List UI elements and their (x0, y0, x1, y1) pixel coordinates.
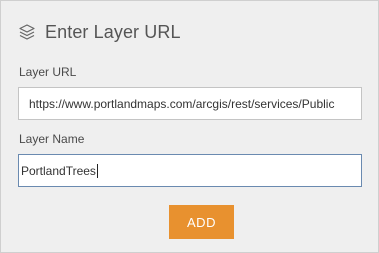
layer-name-label: Layer Name (19, 132, 85, 146)
layer-name-input[interactable]: PortlandTrees (18, 154, 362, 187)
layers-icon (18, 23, 36, 41)
panel-header: Enter Layer URL (18, 19, 181, 45)
text-caret (96, 163, 98, 178)
layer-name-value: PortlandTrees (21, 163, 96, 178)
enter-layer-url-panel: Enter Layer URL Layer URL https://www.po… (0, 0, 379, 253)
layer-url-value: https://www.portlandmaps.com/arcgis/rest… (29, 96, 335, 111)
layer-url-label: Layer URL (19, 65, 77, 79)
page-title: Enter Layer URL (45, 21, 181, 42)
layer-url-input[interactable]: https://www.portlandmaps.com/arcgis/rest… (18, 87, 362, 120)
add-button[interactable]: ADD (169, 205, 234, 239)
